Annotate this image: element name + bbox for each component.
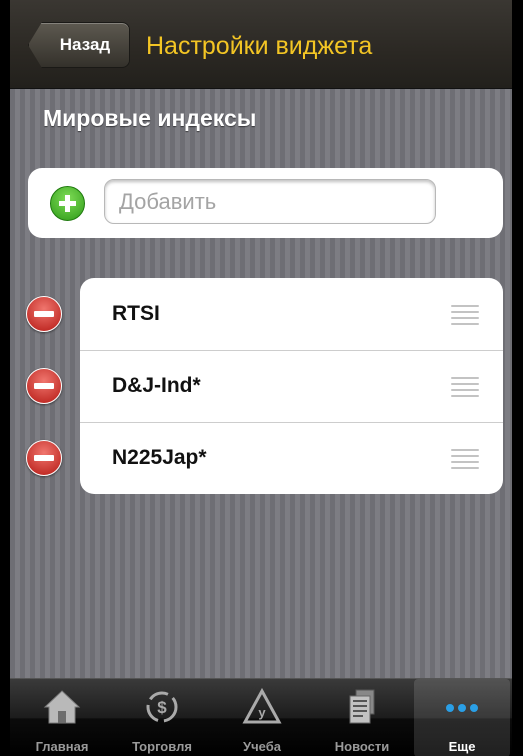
right-border (512, 0, 523, 756)
list-item-label: N225Jap* (112, 446, 207, 469)
tab-more[interactable]: Еще (414, 679, 510, 756)
tab-label: Еще (448, 739, 476, 754)
section-title: Мировые индексы (43, 105, 257, 131)
app-frame: Назад Настройки виджета Мировые индексы … (0, 0, 523, 756)
tab-label: Учеба (243, 739, 281, 754)
tab-bar: Главная $ Торговля y Учеба Новости Еще (10, 678, 512, 756)
list-item[interactable]: N225Jap* (80, 422, 503, 494)
newspaper-icon (314, 687, 410, 727)
tab-label: Главная (35, 739, 89, 754)
list-item-label: D&J-Ind* (112, 374, 201, 397)
left-border (0, 0, 10, 756)
back-button-label: Назад (59, 35, 111, 54)
page-title: Настройки виджета (146, 32, 373, 60)
tab-trading[interactable]: $ Торговля (114, 679, 210, 756)
navigation-bar: Назад Настройки виджета (10, 0, 512, 89)
index-list: RTSI D&J-Ind* N225Jap* (80, 278, 503, 494)
more-dots-icon (414, 687, 510, 727)
add-icon[interactable] (50, 186, 85, 221)
delete-icon[interactable] (26, 440, 62, 476)
svg-text:y: y (258, 705, 266, 720)
back-button[interactable]: Назад (28, 22, 130, 68)
delete-icon[interactable] (26, 296, 62, 332)
tab-study[interactable]: y Учеба (214, 679, 310, 756)
tab-label: Торговля (132, 739, 192, 754)
add-index-input[interactable] (104, 179, 436, 224)
study-triangle-icon: y (214, 687, 310, 727)
list-item-label: RTSI (112, 302, 160, 325)
delete-icon[interactable] (26, 368, 62, 404)
reorder-handle-icon[interactable] (451, 377, 479, 397)
home-icon (14, 687, 110, 727)
list-item[interactable]: D&J-Ind* (80, 350, 503, 423)
add-index-card (28, 168, 503, 238)
reorder-handle-icon[interactable] (451, 305, 479, 325)
tab-news[interactable]: Новости (314, 679, 410, 756)
tab-home[interactable]: Главная (14, 679, 110, 756)
svg-text:$: $ (157, 698, 167, 717)
screen: Назад Настройки виджета Мировые индексы … (10, 0, 512, 756)
list-item[interactable]: RTSI (80, 278, 503, 351)
dollar-cycle-icon: $ (114, 687, 210, 727)
tab-label: Новости (334, 739, 390, 754)
reorder-handle-icon[interactable] (451, 449, 479, 469)
